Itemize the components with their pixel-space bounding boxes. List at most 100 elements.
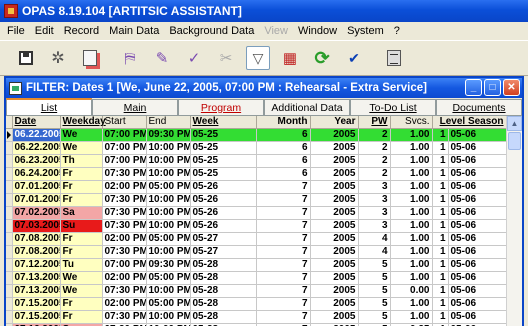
- menu-record[interactable]: Record: [59, 25, 104, 37]
- table-row[interactable]: 07.01.2005 Fr 07:30 PM 10:00 PM 05-26 7 2005 3 1…: [6, 193, 507, 207]
- checkmark-button[interactable]: ✔: [342, 46, 366, 70]
- cell-month[interactable]: 7: [256, 284, 311, 298]
- cell-pw[interactable]: 2: [358, 141, 391, 155]
- cell-svcs[interactable]: 1.00: [390, 271, 433, 285]
- cell-level[interactable]: 1: [432, 297, 449, 311]
- scroll-up-icon[interactable]: ▲: [507, 116, 522, 131]
- cell-year[interactable]: 2005: [310, 141, 359, 155]
- cell-weekday[interactable]: We: [60, 141, 103, 155]
- cell-svcs[interactable]: 1.00: [390, 310, 433, 324]
- cell-season[interactable]: 05-06: [448, 219, 507, 233]
- menu-file[interactable]: File: [2, 25, 30, 37]
- cell-svcs[interactable]: 1.00: [390, 258, 433, 272]
- cell-weekday[interactable]: Fr: [60, 297, 103, 311]
- cell-date[interactable]: 07.02.2005: [12, 206, 61, 220]
- cell-week[interactable]: 05-25: [190, 141, 257, 155]
- cell-month[interactable]: 7: [256, 271, 311, 285]
- cell-week[interactable]: 05-27: [190, 232, 257, 246]
- table-row[interactable]: 07.03.2005 Su 07:30 PM 10:00 PM 05-26 7 2005 3 1…: [6, 219, 507, 233]
- col-weekday[interactable]: Weekday: [60, 116, 106, 129]
- cell-weekday[interactable]: We: [60, 271, 103, 285]
- cell-year[interactable]: 2005: [310, 297, 359, 311]
- cell-svcs[interactable]: 1.00: [390, 167, 433, 181]
- cell-start[interactable]: 07:00 PM: [102, 154, 147, 168]
- cell-level[interactable]: 1: [432, 206, 449, 220]
- cell-end[interactable]: 05:00 PM: [146, 232, 191, 246]
- colorfilter-button[interactable]: ▦: [278, 46, 302, 70]
- cell-week[interactable]: 05-28: [190, 310, 257, 324]
- cell-season[interactable]: 05-06: [448, 167, 507, 181]
- col-end[interactable]: End: [146, 116, 191, 129]
- cell-weekday[interactable]: Tu: [60, 258, 103, 272]
- cell-weekday[interactable]: Su: [60, 219, 103, 233]
- cell-year[interactable]: 2005: [310, 271, 359, 285]
- menu-help[interactable]: ?: [389, 25, 405, 37]
- cell-level[interactable]: 1: [432, 128, 449, 142]
- cell-end[interactable]: 10:00 PM: [146, 245, 191, 259]
- cell-svcs[interactable]: 1.00: [390, 297, 433, 311]
- cell-end[interactable]: 05:00 PM: [146, 271, 191, 285]
- cell-season[interactable]: 05-06: [448, 310, 507, 324]
- cell-svcs[interactable]: 1.00: [390, 232, 433, 246]
- table-row[interactable]: 06.24.2005 Fr 07:30 PM 10:00 PM 05-25 6 2005 2 1…: [6, 167, 507, 181]
- cell-svcs[interactable]: 1.00: [390, 193, 433, 207]
- cell-date[interactable]: 07.03.2005: [12, 219, 61, 233]
- cell-start[interactable]: 02:00 PM: [102, 297, 147, 311]
- cell-month[interactable]: 7: [256, 245, 311, 259]
- cell-start[interactable]: 02:00 PM: [102, 180, 147, 194]
- col-start[interactable]: Start: [102, 116, 147, 129]
- cell-week[interactable]: 05-28: [190, 284, 257, 298]
- menu-window[interactable]: Window: [293, 25, 342, 37]
- cell-weekday[interactable]: We: [60, 128, 103, 142]
- cell-year[interactable]: 2005: [310, 232, 359, 246]
- cell-level[interactable]: 1: [432, 284, 449, 298]
- cell-pw[interactable]: 3: [358, 180, 391, 194]
- cell-year[interactable]: 2005: [310, 167, 359, 181]
- cell-month[interactable]: 7: [256, 219, 311, 233]
- col-svcs[interactable]: Svcs.: [390, 116, 433, 129]
- copy-button[interactable]: ✂: [214, 46, 238, 70]
- scroll-thumb[interactable]: [508, 132, 521, 150]
- table-row[interactable]: 07.01.2005 Fr 02:00 PM 05:00 PM 05-26 7 2005 3 1…: [6, 180, 507, 194]
- cell-month[interactable]: 7: [256, 297, 311, 311]
- cell-pw[interactable]: 3: [358, 219, 391, 233]
- cell-svcs[interactable]: 1.00: [390, 206, 433, 220]
- cell-weekday[interactable]: Th: [60, 154, 103, 168]
- cell-season[interactable]: 05-06: [448, 154, 507, 168]
- cell-date[interactable]: 07.01.2005: [12, 193, 61, 207]
- cell-year[interactable]: 2005: [310, 245, 359, 259]
- cell-start[interactable]: 07:30 PM: [102, 310, 147, 324]
- cell-season[interactable]: 05-06: [448, 232, 507, 246]
- vertical-scrollbar[interactable]: ▲: [506, 116, 522, 326]
- cell-season[interactable]: 05-06: [448, 297, 507, 311]
- cell-level[interactable]: 1: [432, 245, 449, 259]
- cell-year[interactable]: 2005: [310, 180, 359, 194]
- cell-week[interactable]: 05-26: [190, 219, 257, 233]
- tab-list[interactable]: List: [6, 98, 92, 115]
- cell-pw[interactable]: 5: [358, 258, 391, 272]
- color-button[interactable]: ✎: [150, 46, 174, 70]
- cell-svcs[interactable]: 1.00: [390, 180, 433, 194]
- cell-year[interactable]: 2005: [310, 258, 359, 272]
- cell-week[interactable]: 05-25: [190, 154, 257, 168]
- cell-svcs[interactable]: 1.00: [390, 154, 433, 168]
- cell-level[interactable]: 1: [432, 310, 449, 324]
- col-date[interactable]: Date: [12, 116, 61, 129]
- cell-weekday[interactable]: Fr: [60, 180, 103, 194]
- cell-level[interactable]: 1: [432, 219, 449, 233]
- tab-todo-list[interactable]: To-Do List: [350, 99, 436, 115]
- menu-edit[interactable]: Edit: [30, 25, 59, 37]
- table-row[interactable]: 07.13.2005 We 02:00 PM 05:00 PM 05-28 7 2005 5 1…: [6, 271, 507, 285]
- cell-svcs[interactable]: 0.00: [390, 284, 433, 298]
- cell-week[interactable]: 05-27: [190, 245, 257, 259]
- table-row[interactable]: 06.22.2005 We 07:00 PM 09:30 PM 05-25 6 2005 2 1…: [6, 128, 507, 142]
- cell-weekday[interactable]: Fr: [60, 232, 103, 246]
- cell-date[interactable]: 06.22.2005: [12, 141, 61, 155]
- cell-pw[interactable]: 5: [358, 310, 391, 324]
- table-row[interactable]: 07.08.2005 Fr 02:00 PM 05:00 PM 05-27 7 2005 4 1…: [6, 232, 507, 246]
- cell-date[interactable]: 07.01.2005: [12, 180, 61, 194]
- cell-year[interactable]: 2005: [310, 310, 359, 324]
- cell-pw[interactable]: 2: [358, 167, 391, 181]
- cell-month[interactable]: 7: [256, 193, 311, 207]
- col-year[interactable]: Year: [310, 116, 359, 129]
